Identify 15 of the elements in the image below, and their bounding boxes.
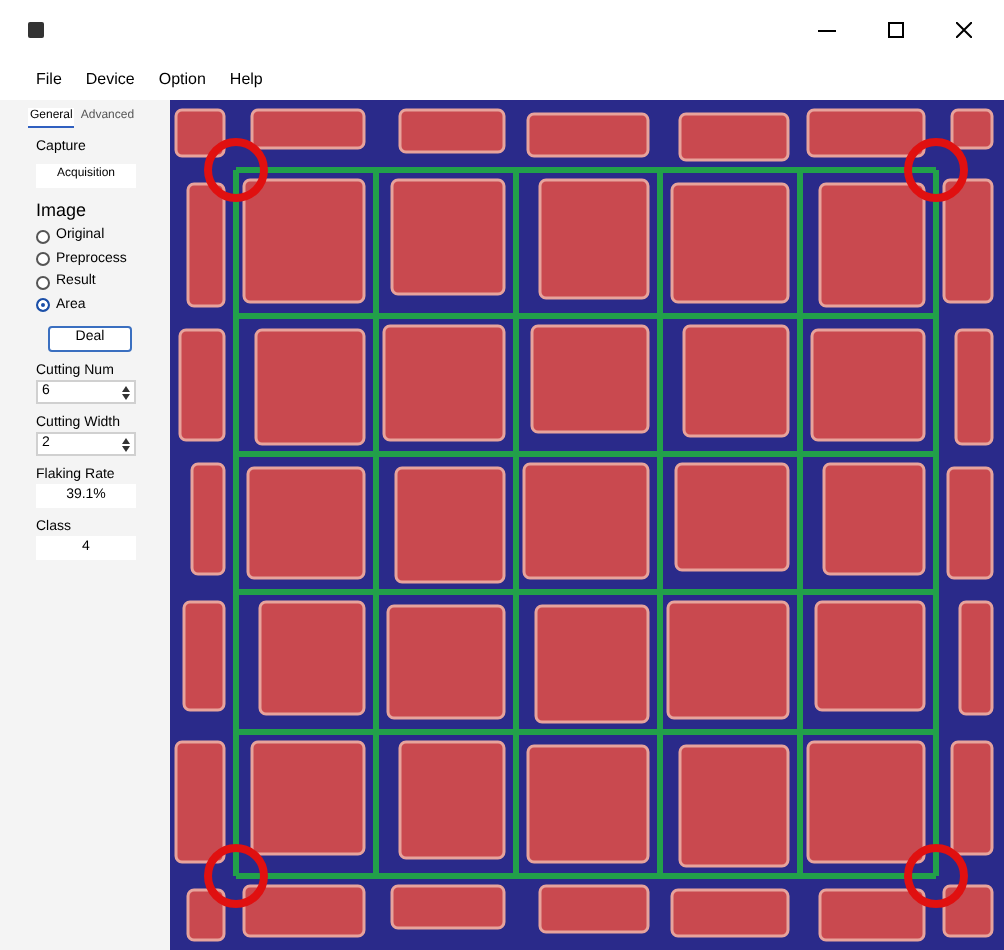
menu-item[interactable]: File (36, 68, 62, 92)
maximize-icon[interactable] (888, 22, 904, 38)
minimize-icon[interactable] (818, 29, 836, 31)
radio-button[interactable] (36, 275, 50, 290)
menu-item[interactable]: Option (158, 68, 206, 92)
spin-arrows-icon[interactable] (122, 385, 130, 399)
spin-arrows-icon[interactable] (122, 437, 130, 451)
app-icon (28, 22, 44, 38)
radio-button[interactable] (36, 229, 50, 244)
section-label: Image (36, 197, 89, 224)
close-icon[interactable] (956, 22, 972, 38)
menu-item[interactable]: Device (85, 68, 135, 92)
radio-button[interactable] (36, 298, 50, 313)
radio-button[interactable] (36, 252, 50, 267)
menu-item[interactable]: Help (229, 68, 263, 92)
